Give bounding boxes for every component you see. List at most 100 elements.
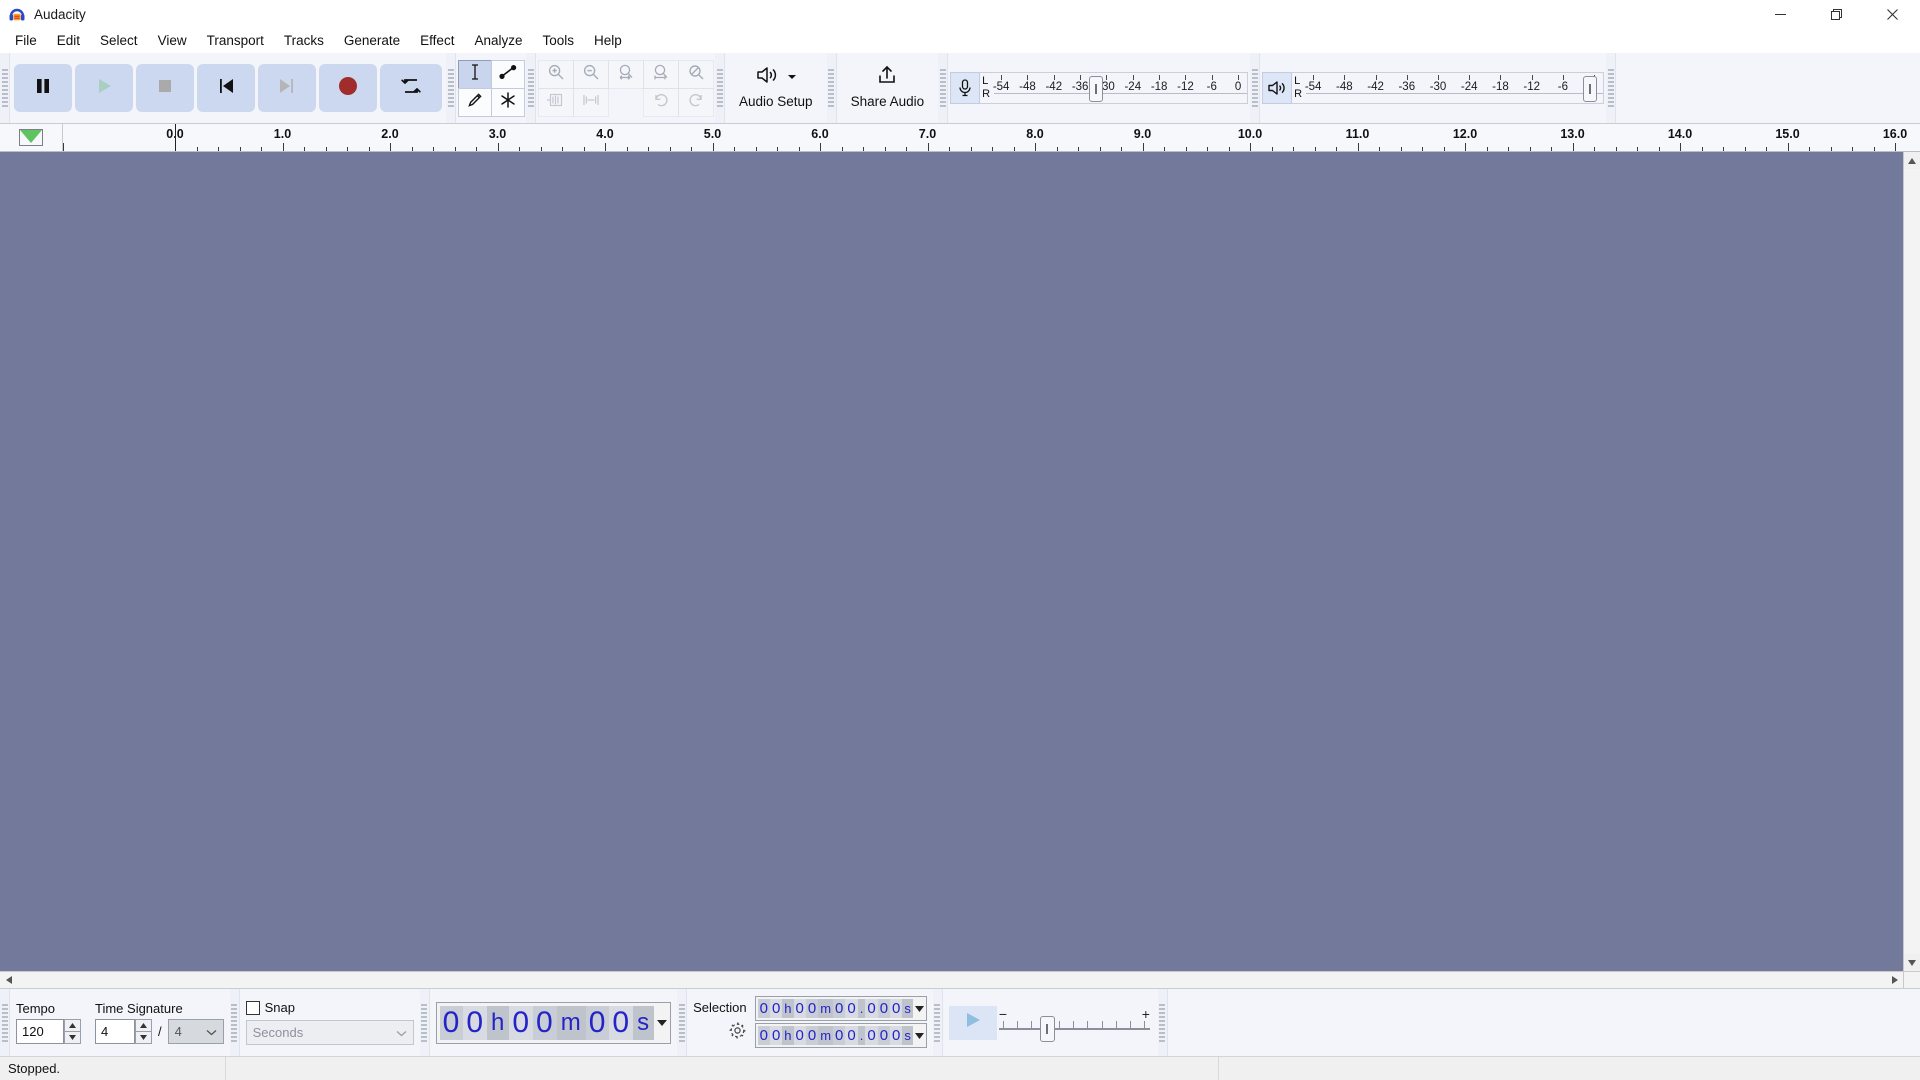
meter-slider-handle[interactable] — [1582, 76, 1597, 102]
time-signature-upper-decrement-button[interactable] — [135, 1031, 152, 1044]
time-digit[interactable]: 0 — [890, 1025, 903, 1045]
snap-toolbar-grabber[interactable] — [229, 989, 240, 1056]
time-digit[interactable]: 0 — [805, 998, 819, 1018]
record-button[interactable] — [319, 64, 377, 112]
share-audio-button[interactable]: Share Audio — [836, 53, 939, 119]
time-digit[interactable]: 0 — [805, 1025, 819, 1045]
time-digit[interactable]: 0 — [463, 1005, 487, 1040]
pause-button[interactable] — [14, 64, 72, 112]
envelope-tool-button[interactable] — [490, 59, 525, 89]
tempo-stepper[interactable] — [16, 1018, 81, 1044]
track-canvas-empty[interactable] — [0, 152, 1903, 971]
selection-start-field[interactable]: 00h00m00.000s — [754, 995, 927, 1021]
menu-select[interactable]: Select — [90, 29, 148, 52]
skip-to-start-button[interactable] — [197, 64, 255, 112]
time-unit-separator[interactable]: m — [818, 1025, 834, 1045]
play-speed-toolbar-grabber[interactable] — [932, 989, 943, 1056]
time-unit-separator[interactable]: s — [902, 998, 913, 1018]
zoom-out-button[interactable] — [572, 59, 609, 89]
meter-slider-handle[interactable] — [1088, 76, 1103, 102]
menu-view[interactable]: View — [148, 29, 197, 52]
playback-speed-slider[interactable]: − + — [997, 1006, 1152, 1042]
time-unit-separator[interactable]: . — [857, 1025, 866, 1045]
gear-icon[interactable] — [728, 1021, 747, 1045]
menu-help[interactable]: Help — [584, 29, 632, 52]
time-digit[interactable]: 0 — [877, 998, 891, 1018]
time-unit-separator[interactable]: m — [818, 998, 834, 1018]
selection-end-chevron-down-icon[interactable] — [914, 1026, 924, 1044]
play-button[interactable] — [75, 64, 133, 112]
time-signature-upper-stepper[interactable] — [95, 1018, 152, 1044]
stop-button[interactable] — [136, 64, 194, 112]
time-unit-separator[interactable]: h — [782, 1025, 794, 1045]
skip-to-end-button[interactable] — [258, 64, 316, 112]
trim-audio-button[interactable] — [537, 87, 574, 117]
menu-analyze[interactable]: Analyze — [464, 29, 532, 52]
menu-generate[interactable]: Generate — [334, 29, 410, 52]
time-format-chevron-down-icon[interactable] — [657, 1019, 668, 1026]
tempo-decrement-button[interactable] — [64, 1031, 81, 1044]
time-digit[interactable]: 0 — [833, 1025, 846, 1045]
silence-audio-button[interactable] — [572, 87, 609, 117]
time-unit-separator[interactable]: s — [902, 1025, 913, 1045]
time-signature-toolbar-grabber[interactable] — [0, 989, 10, 1056]
pinned-play-head-button[interactable] — [0, 124, 63, 151]
recording-meter-grabber[interactable] — [938, 53, 949, 123]
time-digit[interactable]: 0 — [509, 1005, 534, 1040]
selection-tool-button[interactable] — [457, 59, 492, 89]
audio-position-display[interactable]: 00h00m00s — [435, 1001, 672, 1044]
loop-button[interactable] — [380, 64, 442, 112]
fit-selection-to-width-button[interactable] — [607, 59, 644, 89]
share-audio-toolbar-grabber[interactable] — [826, 53, 837, 123]
menu-edit[interactable]: Edit — [47, 29, 90, 52]
maximize-button[interactable] — [1808, 0, 1864, 28]
menu-file[interactable]: File — [5, 29, 47, 52]
zoom-toggle-button[interactable] — [677, 59, 714, 89]
scroll-left-button[interactable] — [0, 972, 17, 989]
speed-slider-handle[interactable] — [1039, 1015, 1055, 1042]
time-signature-upper-increment-button[interactable] — [135, 1018, 152, 1032]
time-unit-separator[interactable]: h — [487, 1005, 510, 1040]
time-digit[interactable]: 0 — [833, 998, 846, 1018]
redo-button[interactable] — [677, 87, 714, 117]
snap-checkbox[interactable] — [245, 1000, 260, 1015]
time-digit[interactable]: 0 — [769, 998, 783, 1018]
edit-toolbar-grabber[interactable] — [526, 53, 536, 123]
selection-end-field[interactable]: 00h00m00.000s — [754, 1022, 927, 1048]
time-digit[interactable]: 0 — [845, 1025, 858, 1045]
scroll-right-button[interactable] — [1886, 972, 1903, 989]
time-digit[interactable]: 0 — [793, 998, 806, 1018]
fit-project-to-width-button[interactable] — [642, 59, 679, 89]
time-digit[interactable]: 0 — [533, 1005, 557, 1040]
multi-tool-button[interactable] — [490, 87, 525, 117]
time-unit-separator[interactable]: . — [857, 998, 866, 1018]
menu-transport[interactable]: Transport — [197, 29, 274, 52]
minimize-button[interactable] — [1752, 0, 1808, 28]
time-unit-separator[interactable]: h — [782, 998, 794, 1018]
time-digit[interactable]: 0 — [865, 998, 878, 1018]
playback-meter-scale[interactable]: -54-48-42-36-30-24-18-12-60 — [1305, 72, 1605, 104]
undo-button[interactable] — [642, 87, 679, 117]
time-digit[interactable]: 0 — [769, 1025, 783, 1045]
time-unit-separator[interactable]: s — [633, 1005, 655, 1040]
time-digit[interactable]: 0 — [609, 1005, 634, 1040]
transport-toolbar-grabber[interactable] — [0, 53, 10, 123]
time-digit[interactable]: 0 — [439, 1005, 464, 1040]
time-digit[interactable]: 0 — [845, 998, 858, 1018]
audio-setup-toolbar-grabber[interactable] — [715, 53, 725, 123]
recording-meter-scale[interactable]: -54 -48 -42 -36 -30 -24 -18 -12 -6 0 — [993, 72, 1249, 104]
tempo-increment-button[interactable] — [64, 1018, 81, 1032]
time-digit[interactable]: 0 — [877, 1025, 891, 1045]
snap-unit-select[interactable]: Seconds — [245, 1020, 414, 1045]
time-digit[interactable]: 0 — [757, 1025, 770, 1045]
draw-tool-button[interactable] — [457, 87, 492, 117]
audio-setup-button[interactable]: Audio Setup — [725, 53, 827, 119]
time-digit[interactable]: 0 — [585, 1005, 610, 1040]
menu-effect[interactable]: Effect — [410, 29, 464, 52]
time-digit[interactable]: 0 — [793, 1025, 806, 1045]
selection-start-chevron-down-icon[interactable] — [914, 999, 924, 1017]
tools-toolbar-grabber[interactable] — [446, 53, 456, 123]
timeline-ruler[interactable]: 0.01.02.03.04.05.06.07.08.09.010.011.012… — [63, 124, 1920, 151]
zoom-in-button[interactable] — [537, 59, 574, 89]
menu-tools[interactable]: Tools — [532, 29, 584, 52]
